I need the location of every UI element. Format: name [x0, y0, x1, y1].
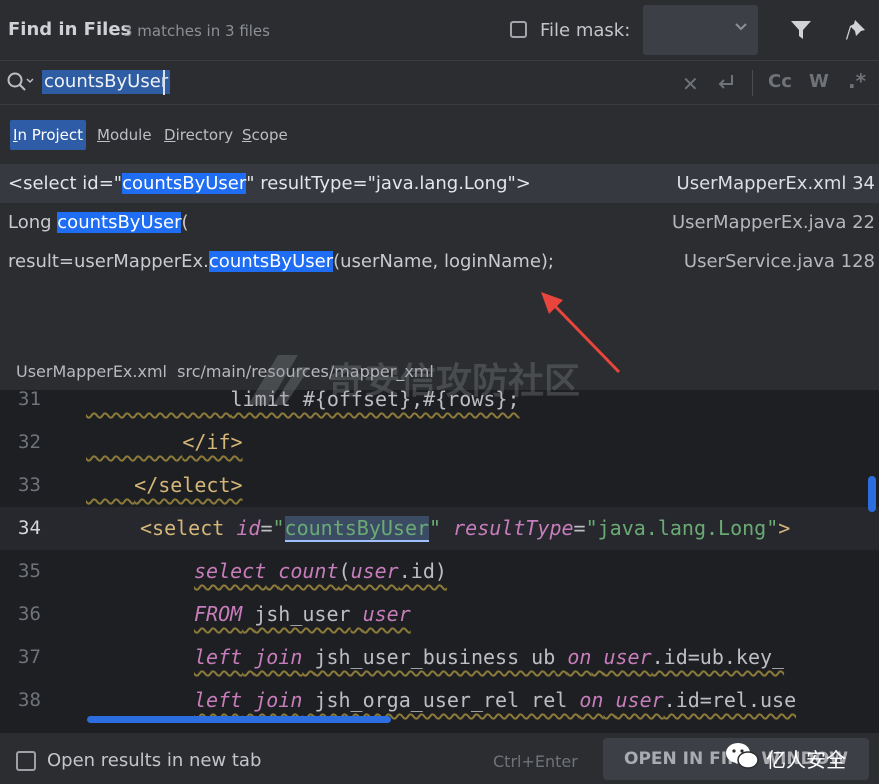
brand-name: 亿人安全 — [766, 748, 846, 772]
line-number: 35 — [18, 560, 41, 582]
new-line-icon[interactable] — [714, 72, 738, 94]
code-line: 35 select count(user.id) — [0, 550, 879, 593]
tab-module[interactable]: Module — [94, 120, 155, 150]
result-code: Long countsByUser( — [8, 212, 189, 233]
chevron-down-icon[interactable] — [734, 22, 748, 32]
match-summary: 3 matches in 3 files — [123, 22, 270, 40]
whole-words-icon[interactable]: W — [809, 71, 829, 92]
result-file: UserMapperEx.xml 34 — [676, 173, 875, 194]
tab-in-project[interactable]: In Project — [10, 120, 87, 150]
dialog-title: Find in Files — [8, 19, 132, 40]
match-highlight: countsByUser — [284, 516, 430, 542]
line-number: 34 — [18, 517, 41, 539]
line-number: 38 — [18, 689, 41, 711]
code-line: 33 </select> — [0, 464, 879, 507]
code-preview[interactable]: 31 limit #{offset},#{rows}; 32 </if> 33 … — [0, 390, 879, 733]
watermark: 奇安信攻防社区 — [238, 345, 638, 419]
line-number: 31 — [18, 390, 41, 410]
vertical-scrollbar[interactable] — [868, 476, 876, 512]
line-number: 33 — [18, 474, 41, 496]
file-mask-checkbox[interactable] — [510, 21, 527, 38]
result-row[interactable]: Long countsByUser( UserMapperEx.java 22 — [0, 203, 879, 242]
wechat-logo-icon — [726, 743, 759, 769]
pin-icon[interactable] — [845, 18, 867, 42]
match-case-icon[interactable]: Cc — [768, 71, 792, 92]
shortcut-hint: Ctrl+Enter — [493, 752, 578, 771]
tab-scope[interactable]: Scope — [239, 120, 291, 150]
code-line: 36 FROM jsh_user user — [0, 593, 879, 636]
regex-icon[interactable]: .* — [848, 69, 866, 93]
result-row[interactable]: result=userMapperEx.countsByUser(userNam… — [0, 242, 879, 281]
result-row[interactable]: <select id="countsByUser" resultType="ja… — [0, 164, 879, 203]
horizontal-scrollbar[interactable] — [87, 716, 391, 723]
code-line: 32 </if> — [0, 421, 879, 464]
text-caret — [163, 70, 165, 95]
open-new-tab-checkbox[interactable] — [16, 751, 36, 771]
line-number: 32 — [18, 431, 41, 453]
open-new-tab-label[interactable]: Open results in new tab — [47, 750, 261, 771]
line-number: 36 — [18, 603, 41, 625]
match-highlight: countsByUser — [122, 173, 247, 194]
search-input[interactable]: countsByUser — [42, 70, 171, 94]
toolbar-divider — [752, 70, 753, 96]
file-mask-label[interactable]: File mask: — [540, 20, 630, 41]
code-line: 37 left join jsh_user_business ub on use… — [0, 636, 879, 679]
match-highlight: countsByUser — [57, 212, 182, 233]
line-number: 37 — [18, 646, 41, 668]
result-code: result=userMapperEx.countsByUser(userNam… — [8, 251, 554, 272]
code-line-current: 34 <select id="countsByUser" resultType=… — [0, 507, 879, 550]
tab-directory[interactable]: Directory — [161, 120, 236, 150]
clear-icon[interactable]: ✕ — [682, 72, 699, 96]
match-highlight: countsByUser — [208, 251, 334, 272]
svg-text:奇安信攻防社区: 奇安信攻防社区 — [328, 361, 580, 402]
result-file: UserService.java 128 — [683, 251, 875, 272]
search-icon[interactable] — [6, 71, 36, 93]
result-code: <select id="countsByUser" resultType="ja… — [8, 173, 531, 194]
result-file: UserMapperEx.java 22 — [671, 212, 875, 233]
filter-icon[interactable] — [790, 19, 812, 41]
